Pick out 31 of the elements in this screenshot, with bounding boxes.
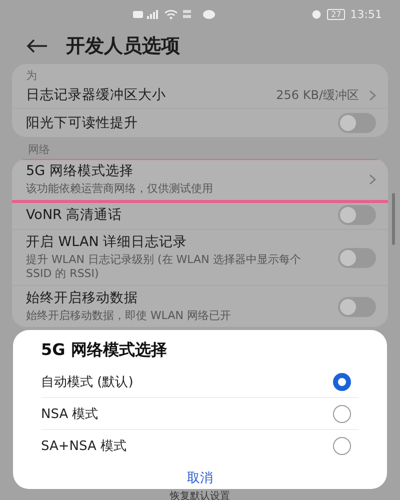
cancel-button[interactable]: 取消 <box>179 467 221 489</box>
setting-title: 阳光下可读性提升 <box>26 114 139 132</box>
dialog-title: 5G 网络模式选择 <box>41 340 168 361</box>
option-label[interactable]: SA+NSA 模式 <box>41 436 127 454</box>
chevron-icon[interactable] <box>369 90 376 101</box>
section-label: 网络 <box>27 142 51 158</box>
setting-description: 该功能依赖运营商网络，仅供测试使用 <box>26 182 214 196</box>
toggle-switch[interactable] <box>338 296 376 316</box>
chevron-icon[interactable] <box>369 174 376 185</box>
battery-level: 27 <box>327 8 346 20</box>
toggle-switch[interactable] <box>338 113 376 133</box>
radio-button[interactable] <box>333 372 351 390</box>
setting-title: 日志记录器缓冲区大小 <box>26 87 167 104</box>
radio-button[interactable] <box>333 404 351 422</box>
back-icon[interactable] <box>26 39 48 53</box>
setting-title: VoNR 高清通话 <box>26 206 124 224</box>
setting-title: 始终开启移动数据 <box>26 290 139 307</box>
section-label: 为 <box>25 68 38 83</box>
page-title: 开发人员选项 <box>66 34 180 59</box>
option-label[interactable]: NSA 模式 <box>41 404 98 422</box>
option-label[interactable]: 自动模式 (默认) <box>41 372 134 390</box>
setting-title: 5G 网络模式选择 <box>26 163 134 180</box>
status-time: 13:51 <box>350 8 382 20</box>
radio-button[interactable] <box>333 436 351 454</box>
setting-description: 提升 WLAN 日志记录级别 (在 WLAN 选择器中显示每个 SSID 的 RSSI) <box>26 253 302 281</box>
setting-value: 256 KB/缓冲区 <box>276 87 359 104</box>
setting-description: 始终开启移动数据，即使 WLAN 网络已开 <box>26 309 232 323</box>
toggle-switch[interactable] <box>338 248 376 268</box>
scroll-bar <box>392 193 395 245</box>
toggle-switch[interactable] <box>338 205 376 225</box>
setting-title: 开启 WLAN 详细日志记录 <box>26 234 188 251</box>
